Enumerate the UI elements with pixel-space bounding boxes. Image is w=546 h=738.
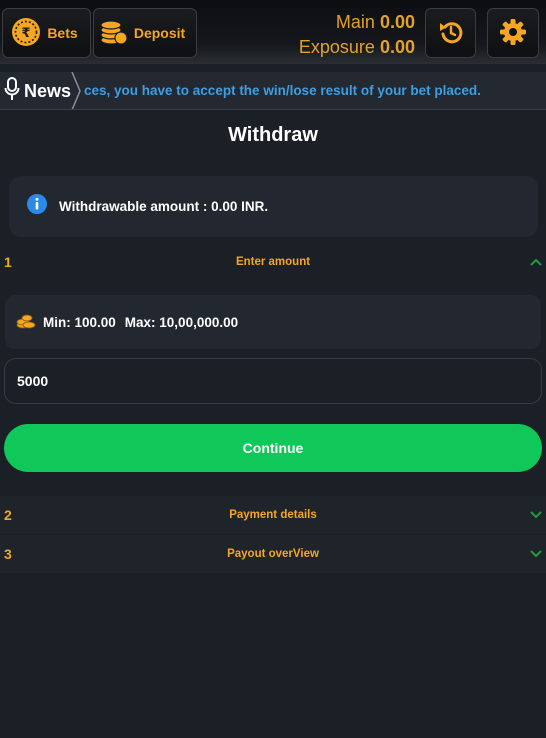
svg-text:₹: ₹: [22, 26, 31, 41]
step-title: Payment details: [229, 509, 317, 521]
chevron-down-icon: [530, 506, 542, 524]
microphone-icon: [4, 76, 20, 106]
rupee-coin-icon: ₹: [11, 17, 41, 50]
news-separator: [71, 72, 81, 109]
deposit-button[interactable]: Deposit: [93, 8, 197, 58]
bets-button[interactable]: ₹ Bets: [2, 8, 91, 58]
bets-label: Bets: [47, 25, 78, 41]
settings-button[interactable]: [487, 8, 539, 58]
chevron-down-icon: [530, 545, 542, 563]
step-enter-amount-header[interactable]: 1 Enter amount: [0, 250, 546, 274]
min-limit: Min: 100.00: [43, 314, 116, 330]
withdrawable-amount-text: Withdrawable amount : 0.00 INR.: [59, 199, 269, 214]
step-title: Payout overView: [227, 548, 319, 560]
balance-panel: Main 0.00 Exposure 0.00: [299, 10, 415, 60]
exposure-value: 0.00: [379, 37, 415, 57]
withdrawable-info-card: Withdrawable amount : 0.00 INR.: [9, 176, 538, 237]
step-payout-overview-header[interactable]: 3 Payout overView: [0, 535, 546, 573]
chevron-up-icon: [530, 253, 542, 271]
withdraw-limits-card: Min: 100.00 Max: 10,00,000.00: [5, 295, 541, 349]
main-balance: Main 0.00: [299, 10, 415, 35]
max-limit: Max: 10,00,000.00: [124, 314, 239, 330]
news-ticker-text: ces, you have to accept the win/lose res…: [84, 83, 481, 98]
page-title: Withdraw: [228, 124, 318, 146]
main-balance-value: 0.00: [379, 12, 415, 32]
step-number: 3: [4, 546, 12, 562]
top-bar: ₹ Bets Deposit Main 0.00 Exposure 0.00: [0, 0, 546, 64]
news-label: News: [24, 80, 72, 101]
exposure-balance: Exposure 0.00: [299, 35, 415, 60]
refresh-icon: [437, 18, 465, 49]
step-title: Enter amount: [235, 256, 311, 268]
coins-stack-icon: [99, 18, 129, 49]
news-bar: ces, you have to accept the win/lose res…: [0, 72, 546, 110]
refresh-button[interactable]: [425, 8, 476, 58]
news-label-box: News: [0, 72, 80, 109]
exposure-label: Exposure: [298, 37, 375, 57]
step-number: 2: [4, 507, 12, 523]
step-number: 1: [4, 254, 12, 270]
main-balance-label: Main: [335, 12, 375, 32]
gear-icon: [499, 18, 527, 49]
amount-input[interactable]: [4, 358, 542, 404]
coins-icon: [16, 313, 36, 332]
info-icon: [27, 194, 47, 219]
step-payment-details-header[interactable]: 2 Payment details: [0, 496, 546, 534]
deposit-label: Deposit: [133, 25, 186, 41]
continue-button[interactable]: Continue: [4, 424, 542, 472]
